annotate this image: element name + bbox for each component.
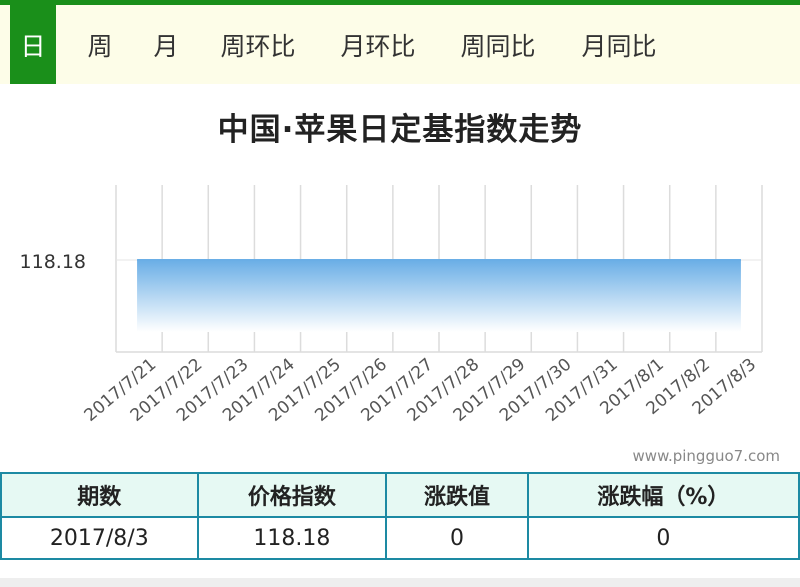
col-change-value: 涨跌值 xyxy=(385,472,529,518)
index-trend-chart: 118.182017/7/212017/7/222017/7/232017/7/… xyxy=(20,185,763,426)
cell-change-value: 0 xyxy=(385,516,529,560)
cell-price-index: 118.18 xyxy=(196,516,388,560)
series-area xyxy=(137,260,741,332)
table-header-row: 期数 价格指数 涨跌值 涨跌幅（%） xyxy=(0,472,800,518)
col-price-index: 价格指数 xyxy=(196,472,388,518)
site-watermark: www.pingguo7.com xyxy=(632,447,780,465)
col-period: 期数 xyxy=(0,472,199,518)
y-tick-label: 118.18 xyxy=(20,251,86,273)
cell-period: 2017/8/3 xyxy=(0,516,199,560)
index-summary-table: 期数 价格指数 涨跌值 涨跌幅（%） 2017/8/3 118.18 0 0 xyxy=(0,472,800,560)
col-change-percent: 涨跌幅（%） xyxy=(526,472,800,518)
table-row: 2017/8/3 118.18 0 0 xyxy=(0,516,800,560)
cell-change-percent: 0 xyxy=(526,516,800,560)
bottom-divider xyxy=(0,578,800,587)
page: 日 周 月 周环比 月环比 周同比 月同比 中国·苹果日定基指数走势 118.1… xyxy=(0,0,800,587)
